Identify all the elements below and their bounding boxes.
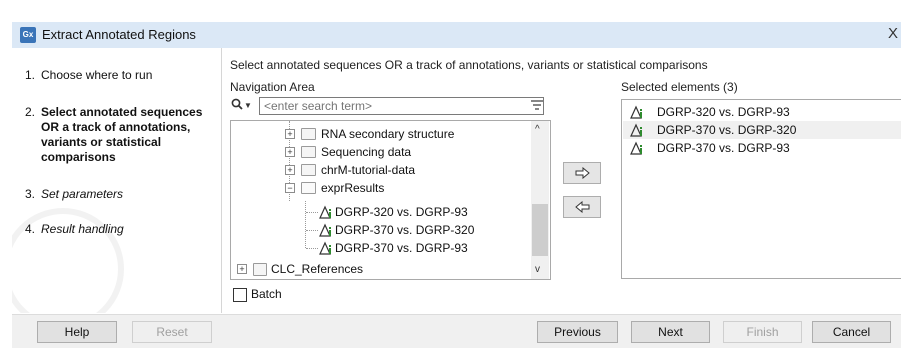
folder-icon: [301, 128, 316, 140]
statistical-comparison-icon: [630, 123, 642, 137]
tree-connector: [306, 212, 318, 213]
folder-icon: [301, 164, 316, 176]
expand-icon[interactable]: +: [285, 165, 295, 175]
arrow-right-icon: [575, 167, 590, 179]
tree-item-label: CLC_References: [271, 262, 364, 276]
selected-item-label: DGRP-370 vs. DGRP-93: [657, 141, 790, 155]
instruction-text: Select annotated sequences OR a track of…: [230, 58, 708, 72]
search-icon[interactable]: [231, 98, 243, 113]
batch-checkbox[interactable]: [233, 288, 247, 302]
selected-item-label: DGRP-370 vs. DGRP-320: [657, 123, 797, 137]
statistical-comparison-icon: [319, 241, 331, 255]
close-icon[interactable]: X: [888, 25, 898, 42]
batch-label: Batch: [251, 287, 282, 301]
statistical-comparison-icon: [319, 205, 331, 219]
search-row: ▼: [230, 96, 550, 118]
statistical-comparison-icon: [630, 105, 642, 119]
tree-item-label: exprResults: [321, 181, 385, 195]
add-to-selection-button[interactable]: [563, 162, 601, 184]
tree-scrollbar[interactable]: ^ v: [531, 121, 549, 279]
tree-item-label: DGRP-320 vs. DGRP-93: [335, 205, 468, 219]
tree-item-label: Sequencing data: [321, 145, 412, 159]
selected-item[interactable]: DGRP-320 vs. DGRP-93: [623, 103, 901, 121]
cancel-button[interactable]: Cancel: [812, 321, 891, 343]
selected-item[interactable]: DGRP-370 vs. DGRP-320: [623, 121, 901, 139]
scrollbar-thumb[interactable]: [532, 204, 548, 256]
selected-item-label: DGRP-320 vs. DGRP-93: [657, 105, 790, 119]
search-options-dropdown-icon[interactable]: ▼: [244, 101, 252, 110]
previous-button[interactable]: Previous: [537, 321, 618, 343]
arrow-left-icon: [575, 201, 590, 213]
scroll-down-icon[interactable]: v: [535, 264, 540, 275]
scroll-up-icon[interactable]: ^: [535, 124, 540, 135]
search-input[interactable]: [259, 97, 544, 115]
statistical-comparison-icon: [319, 223, 331, 237]
tree-item-label: DGRP-370 vs. DGRP-320: [335, 223, 475, 237]
tree-connector: [305, 201, 306, 248]
folder-icon: [301, 146, 316, 158]
open-folder-icon: [301, 182, 316, 194]
selected-elements-list[interactable]: DGRP-320 vs. DGRP-93 DGRP-370 vs. DGRP-3…: [621, 99, 901, 279]
statistical-comparison-icon: [630, 141, 642, 155]
step-number: 4.: [25, 222, 36, 236]
filter-icon[interactable]: [530, 99, 544, 111]
step-label: Set parameters: [41, 187, 124, 201]
tree-connector: [306, 230, 318, 231]
collapse-icon[interactable]: −: [285, 183, 295, 193]
finish-button[interactable]: Finish: [723, 321, 802, 343]
reset-button[interactable]: Reset: [132, 321, 212, 343]
expand-icon[interactable]: +: [285, 129, 295, 139]
selected-item[interactable]: DGRP-370 vs. DGRP-93: [623, 139, 901, 157]
navigation-tree[interactable]: + RNA secondary structure + Sequencing d…: [230, 120, 551, 280]
step-label: Result handling: [41, 222, 124, 236]
reference-folder-icon: [253, 263, 267, 276]
selected-elements-label: Selected elements (3): [621, 80, 738, 94]
step-number: 2.: [25, 105, 36, 119]
navigation-area-label: Navigation Area: [230, 80, 315, 94]
help-button[interactable]: Help: [37, 321, 117, 343]
step-label: Choose where to run: [41, 68, 153, 82]
next-button[interactable]: Next: [631, 321, 710, 343]
app-icon: Gx: [20, 27, 36, 43]
expand-icon[interactable]: +: [285, 147, 295, 157]
tree-item-label: chrM-tutorial-data: [321, 163, 416, 177]
tree-item-label: RNA secondary structure: [321, 127, 455, 141]
step-label: Select annotated sequences OR a track of…: [41, 105, 203, 164]
tree-connector: [306, 248, 318, 249]
step-number: 3.: [25, 187, 36, 201]
step-number: 1.: [25, 68, 36, 82]
window-title: Extract Annotated Regions: [42, 27, 196, 42]
remove-from-selection-button[interactable]: [563, 196, 601, 218]
tree-item-label: DGRP-370 vs. DGRP-93: [335, 241, 468, 255]
title-bar: Gx Extract Annotated Regions X: [0, 0, 901, 48]
expand-icon[interactable]: +: [237, 264, 247, 274]
button-bar: Help Reset Previous Next Finish Cancel: [12, 314, 901, 348]
wizard-steps-panel: 1. Choose where to run 2. Select annotat…: [12, 48, 222, 313]
